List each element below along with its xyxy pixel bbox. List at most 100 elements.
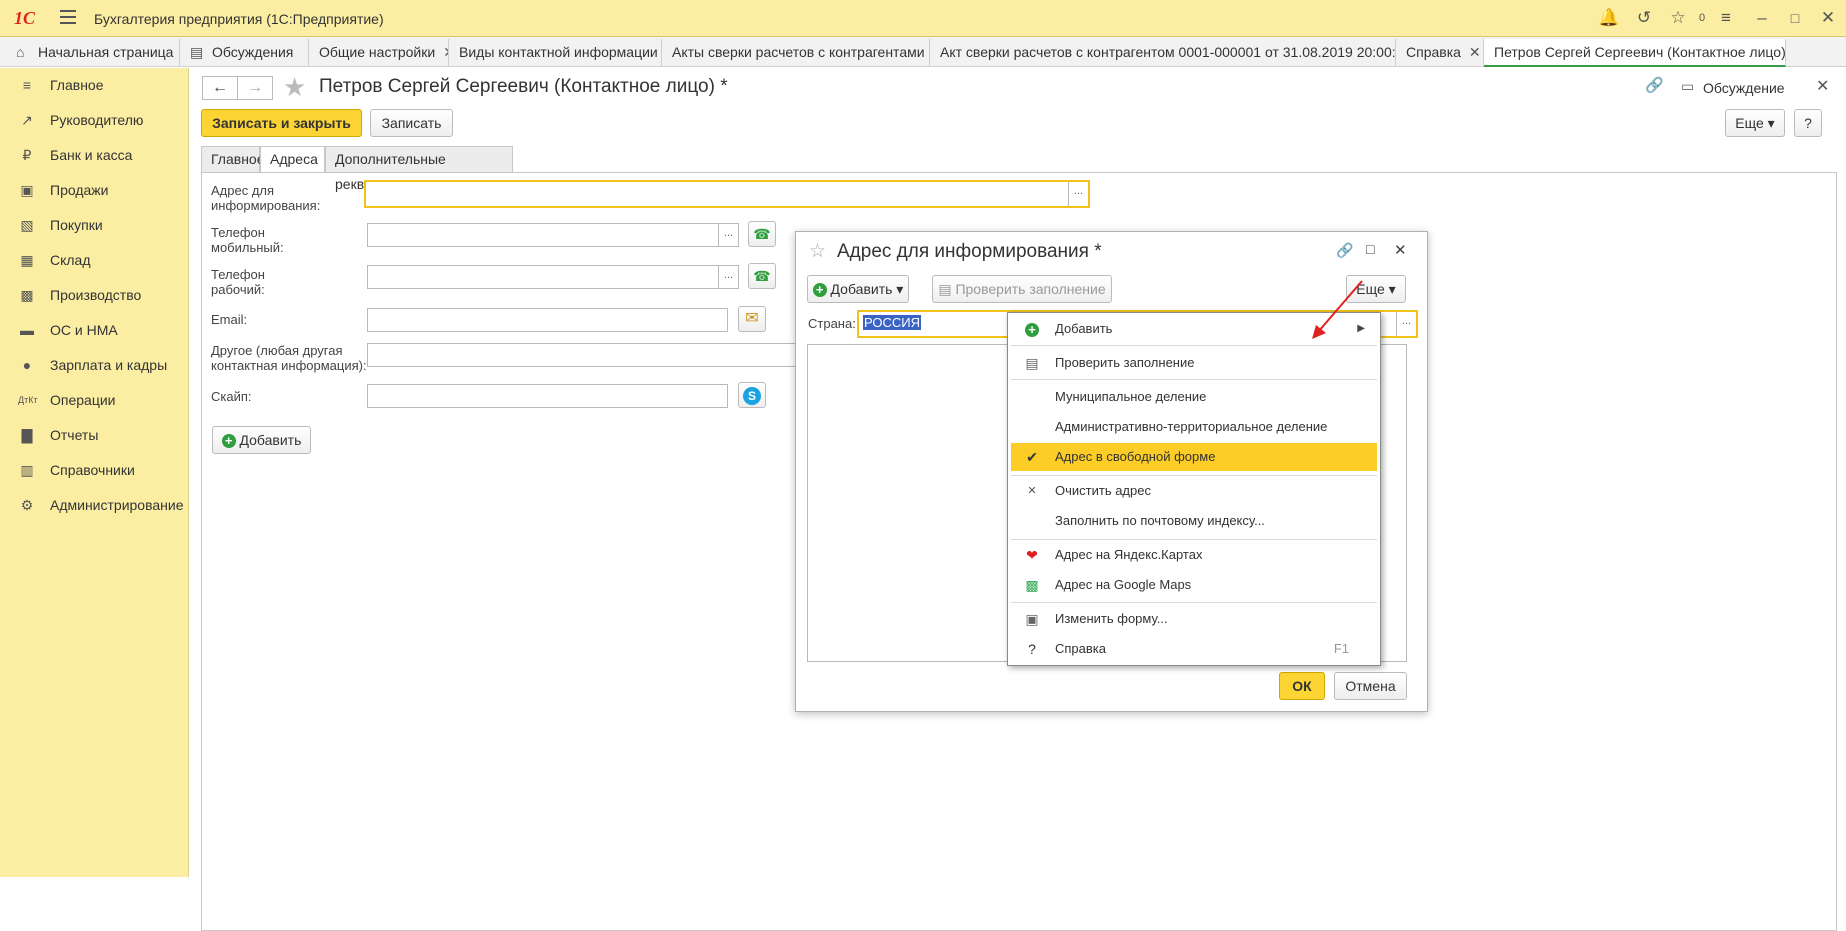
work-phone-select-button[interactable]: ... xyxy=(718,266,738,288)
sidebar-item-administration[interactable]: ⚙ Администрирование xyxy=(0,490,189,520)
favorites-star-icon[interactable]: ☆ xyxy=(1668,8,1688,28)
work-phone-label: Телефон рабочий: xyxy=(211,267,265,297)
tab-help[interactable]: Справка ✕ xyxy=(1396,39,1484,67)
menu-item-administrative-division[interactable]: Административно-территориальное деление xyxy=(1011,413,1377,441)
sidebar-item-reports[interactable]: ▇ Отчеты xyxy=(0,420,189,450)
tab-reconciliation-act[interactable]: Акт сверки расчетов с контрагентом 0001-… xyxy=(930,39,1396,67)
add-icon: + xyxy=(221,434,236,448)
title-bar: 1С Бухгалтерия предприятия (1С:Предприят… xyxy=(0,0,1846,37)
sidebar-item-main[interactable]: ≡ Главное xyxy=(0,70,189,100)
sidebar-item-warehouse[interactable]: ▦ Склад xyxy=(0,245,189,275)
address-input[interactable]: ... xyxy=(364,180,1090,208)
mobile-phone-select-button[interactable]: ... xyxy=(718,224,738,246)
sidebar-item-purchases[interactable]: ▧ Покупки xyxy=(0,210,189,240)
help-button[interactable]: ? xyxy=(1794,109,1822,137)
email-label: Email: xyxy=(211,312,248,327)
menu-item-change-form[interactable]: ▣ Изменить форму... xyxy=(1011,605,1377,633)
gear-icon: ⚙ xyxy=(20,497,34,513)
work-phone-input[interactable]: ... xyxy=(367,265,739,289)
menu-item-clear-address[interactable]: ✕ Очистить адрес xyxy=(1011,477,1377,505)
forward-button[interactable]: → xyxy=(237,76,273,100)
menu-item-help[interactable]: ? Справка F1 xyxy=(1011,635,1377,663)
menu-separator xyxy=(1011,539,1377,540)
more-button[interactable]: Еще ▾ xyxy=(1725,109,1785,137)
sidebar-item-bank[interactable]: ₽ Банк и касса xyxy=(0,140,189,170)
skype-input[interactable] xyxy=(367,384,728,408)
save-button[interactable]: Записать xyxy=(370,109,453,137)
app-title: Бухгалтерия предприятия (1С:Предприятие) xyxy=(94,11,384,27)
address-select-button[interactable]: ... xyxy=(1068,182,1088,206)
other-info-label: Другое (любая другая контактная информаци… xyxy=(211,343,367,373)
close-form-icon[interactable]: ✕ xyxy=(1816,76,1829,96)
menu-item-municipal-division[interactable]: Муниципальное деление xyxy=(1011,383,1377,411)
bell-icon[interactable]: 🔔 xyxy=(1598,8,1619,28)
back-button[interactable]: ← xyxy=(202,76,238,100)
email-input[interactable] xyxy=(367,308,728,332)
minimize-icon[interactable]: – xyxy=(1752,8,1772,28)
dialog-add-button[interactable]: + Добавить ▾ xyxy=(807,275,909,303)
close-tab-icon[interactable]: ✕ xyxy=(1469,44,1481,60)
tab-additional-attributes[interactable]: Дополнительные реквизиты xyxy=(325,146,513,192)
phone-chat-icon[interactable]: ☎ xyxy=(748,221,776,247)
tab-main[interactable]: Главное xyxy=(201,146,265,173)
maximize-icon[interactable]: □ xyxy=(1366,241,1374,257)
add-icon: + xyxy=(812,283,827,297)
favorite-star-icon[interactable]: ☆ xyxy=(809,240,826,263)
link-icon[interactable]: 🔗 xyxy=(1645,76,1664,94)
sidebar-item-sales[interactable]: ▣ Продажи xyxy=(0,175,189,205)
checkmark-icon: ✔ xyxy=(1026,449,1038,465)
tab-general-settings[interactable]: Общие настройки✕ xyxy=(309,39,449,67)
history-icon[interactable]: ↺ xyxy=(1634,8,1654,28)
tab-home[interactable]: ⌂ Начальная страница xyxy=(6,39,180,67)
menu-item-fill-by-zip[interactable]: Заполнить по почтовому индексу... xyxy=(1011,507,1377,535)
menu-item-check-filling[interactable]: ▤ Проверить заполнение xyxy=(1011,349,1377,377)
menu-separator xyxy=(1011,602,1377,603)
book-icon: ▥ xyxy=(20,462,34,478)
close-window-icon[interactable]: ✕ xyxy=(1818,8,1838,28)
google-maps-icon: ▩ xyxy=(1025,577,1039,593)
tab-addresses[interactable]: Адреса xyxy=(260,146,325,173)
tab-reconciliation-acts[interactable]: Акты сверки расчетов с контрагентами✕ xyxy=(662,39,930,67)
ruble-icon: ₽ xyxy=(22,147,32,163)
discussion-icon[interactable]: ▭ xyxy=(1681,78,1694,95)
envelope-icon[interactable]: ✉ xyxy=(738,306,766,332)
ok-button[interactable]: ОК xyxy=(1279,672,1325,700)
discussion-link[interactable]: Обсуждение xyxy=(1703,80,1785,96)
mobile-phone-label: Телефон мобильный: xyxy=(211,225,284,255)
favorite-star-icon[interactable]: ★ xyxy=(283,72,306,103)
notification-count: 0 xyxy=(1698,12,1706,24)
country-value: РОССИЯ xyxy=(863,315,922,330)
save-and-close-button[interactable]: Записать и закрыть xyxy=(201,109,362,137)
skype-icon[interactable]: S xyxy=(738,382,766,408)
mobile-phone-input[interactable]: ... xyxy=(367,223,739,247)
sidebar-item-production[interactable]: ▩ Производство xyxy=(0,280,189,310)
other-info-input[interactable] xyxy=(367,343,797,367)
menu-lines-icon: ≡ xyxy=(22,77,32,93)
sidebar-item-manager[interactable]: ↗ Руководителю xyxy=(0,105,189,135)
map-pin-icon: ❤ xyxy=(1026,547,1038,563)
sidebar-item-fixed-assets[interactable]: ▬ ОС и НМА xyxy=(0,315,189,345)
add-contact-button[interactable]: + Добавить xyxy=(212,426,311,454)
check-document-icon: ▤ xyxy=(1025,355,1039,371)
tab-contact-info-types[interactable]: Виды контактной информации✕ xyxy=(449,39,662,67)
menu-item-google-maps[interactable]: ▩ Адрес на Google Maps xyxy=(1011,571,1377,599)
menu-item-yandex-maps[interactable]: ❤ Адрес на Яндекс.Картах xyxy=(1011,541,1377,569)
sidebar-item-operations[interactable]: ДтКт Операции xyxy=(0,385,189,415)
cancel-button[interactable]: Отмена xyxy=(1334,672,1407,700)
settings-lines-icon[interactable]: ≡ xyxy=(1716,8,1736,28)
tab-discussions[interactable]: ▤ Обсуждения xyxy=(180,39,309,67)
phone-chat-icon[interactable]: ☎ xyxy=(748,263,776,289)
menu-item-free-form-address[interactable]: ✔ Адрес в свободной форме xyxy=(1011,443,1377,471)
menu-separator xyxy=(1011,475,1377,476)
sidebar-item-catalogs[interactable]: ▥ Справочники xyxy=(0,455,189,485)
maximize-icon[interactable]: □ xyxy=(1785,10,1805,26)
factory-icon: ▩ xyxy=(20,287,34,303)
close-dialog-icon[interactable]: ✕ xyxy=(1394,241,1407,259)
check-document-icon: ▤ xyxy=(938,281,952,297)
link-icon[interactable]: 🔗 xyxy=(1336,242,1353,259)
sidebar-item-payroll[interactable]: ● Зарплата и кадры xyxy=(0,350,189,380)
check-filling-button[interactable]: ▤ Проверить заполнение xyxy=(932,275,1112,303)
main-menu-icon[interactable] xyxy=(60,10,76,24)
tab-contact-person[interactable]: Петров Сергей Сергеевич (Контактное лицо… xyxy=(1484,39,1786,67)
country-select-button[interactable]: ... xyxy=(1396,312,1416,336)
